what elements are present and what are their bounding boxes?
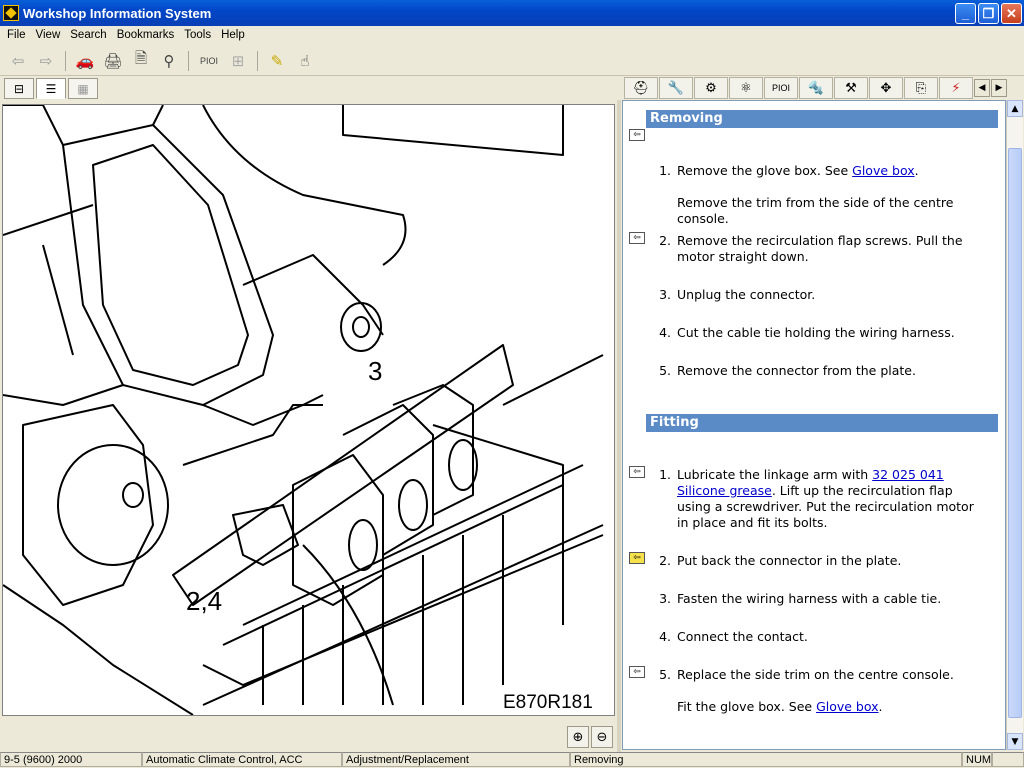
minimize-button[interactable]: _: [955, 3, 976, 24]
highlighter-icon[interactable]: ✎: [265, 49, 289, 73]
document-export-icon[interactable]: 🗎: [129, 49, 153, 73]
zoom-bar: ⊕ ⊖: [2, 724, 615, 750]
procedure-text-panel: ⇦ Removing 1. Remove the glove box. See …: [622, 100, 1006, 750]
illustration-drawing: 3 2,4 E870R181: [3, 105, 604, 715]
menu-bar: File View Search Bookmarks Tools Help: [0, 26, 1024, 44]
tabs-scroll-left-icon[interactable]: ◀: [974, 79, 990, 97]
callout-2-4: 2,4: [186, 586, 222, 616]
status-bar: 9-5 (9600) 2000 Automatic Climate Contro…: [0, 752, 1024, 768]
component-illustration: 3 2,4 E870R181: [2, 104, 615, 716]
toolbar: ⇦ ⇨ 🚗 🖨 🗎 ⚲ PIOI ⊞ ✎ ☝: [0, 46, 1024, 76]
tab-export-icon[interactable]: ⎘: [904, 77, 938, 99]
zoom-out-icon[interactable]: ⊖: [591, 726, 613, 748]
tabs-scroll-right-icon[interactable]: ▶: [991, 79, 1007, 97]
step-marker-icon[interactable]: ⇦: [629, 466, 645, 478]
zoom-in-icon[interactable]: ⊕: [567, 726, 589, 748]
status-empty: [992, 752, 1024, 767]
tab-pioi[interactable]: PIOI: [764, 77, 798, 99]
status-system: Automatic Climate Control, ACC: [142, 752, 342, 767]
scroll-thumb[interactable]: [1008, 148, 1022, 718]
tab-diagnostic-icon[interactable]: ⛑: [624, 77, 658, 99]
menu-file[interactable]: File: [2, 29, 31, 41]
filter-icon[interactable]: ⊞: [226, 49, 250, 73]
menu-bookmarks[interactable]: Bookmarks: [112, 29, 180, 41]
menu-search[interactable]: Search: [65, 29, 111, 41]
right-view-tabs: ⛑ 🔧 ⚙ ⚛ PIOI 🔩 ⚒ ✥ ⎘ ⚡ ◀ ▶: [622, 76, 1024, 100]
tree-view-tab-icon[interactable]: ⊟: [4, 78, 34, 99]
back-link-icon[interactable]: ⇦: [629, 129, 645, 141]
scroll-down-icon[interactable]: ▼: [1007, 733, 1023, 750]
tab-tools-icon[interactable]: 🔩: [799, 77, 833, 99]
left-view-tabs: ⊟ ☰ ▦: [0, 78, 620, 100]
text-view-tab-icon[interactable]: ☰: [36, 78, 66, 99]
status-section: Removing: [570, 752, 962, 767]
pioi-button[interactable]: PIOI: [196, 49, 222, 73]
print-icon[interactable]: 🖨: [101, 49, 125, 73]
graph-view-tab-icon[interactable]: ▦: [68, 78, 98, 99]
tab-wrench-icon[interactable]: 🔧: [659, 77, 693, 99]
tab-component-icon[interactable]: ⚛: [729, 77, 763, 99]
car-icon[interactable]: 🚗: [73, 49, 97, 73]
status-vehicle: 9-5 (9600) 2000: [0, 752, 142, 767]
glove-box-link[interactable]: Glove box: [816, 699, 878, 714]
binoculars-icon[interactable]: ⚲: [157, 49, 181, 73]
section-fitting-header: Fitting: [646, 414, 998, 432]
forward-arrow-icon[interactable]: ⇨: [34, 49, 58, 73]
callout-3: 3: [368, 356, 382, 386]
pane-splitter[interactable]: [617, 100, 621, 752]
tab-move-icon[interactable]: ✥: [869, 77, 903, 99]
tab-engine-icon[interactable]: ⚙: [694, 77, 728, 99]
status-operation: Adjustment/Replacement: [342, 752, 570, 767]
section-removing-header: Removing: [646, 110, 998, 128]
title-bar: Workshop Information System _ ❐ ✕: [0, 0, 1024, 26]
app-icon: [3, 5, 19, 21]
menu-view[interactable]: View: [31, 29, 66, 41]
content-scrollbar[interactable]: ▲ ▼: [1006, 100, 1023, 750]
window-title: Workshop Information System: [23, 5, 212, 21]
current-step-marker-icon[interactable]: ⇦: [629, 552, 645, 564]
pointer-note-icon[interactable]: ☝: [293, 49, 317, 73]
status-num: NUM: [962, 752, 992, 767]
menu-help[interactable]: Help: [216, 29, 250, 41]
close-button[interactable]: ✕: [1001, 3, 1022, 24]
back-arrow-icon[interactable]: ⇦: [6, 49, 30, 73]
illustration-code: E870R181: [503, 692, 593, 713]
scroll-up-icon[interactable]: ▲: [1007, 100, 1023, 117]
step-marker-icon[interactable]: ⇦: [629, 232, 645, 244]
glove-box-link[interactable]: Glove box: [852, 163, 914, 178]
menu-tools[interactable]: Tools: [179, 29, 216, 41]
maximize-button[interactable]: ❐: [978, 3, 999, 24]
step-marker-icon[interactable]: ⇦: [629, 666, 645, 678]
tab-repair-icon[interactable]: ⚒: [834, 77, 868, 99]
tab-wiring-icon[interactable]: ⚡: [939, 77, 973, 99]
